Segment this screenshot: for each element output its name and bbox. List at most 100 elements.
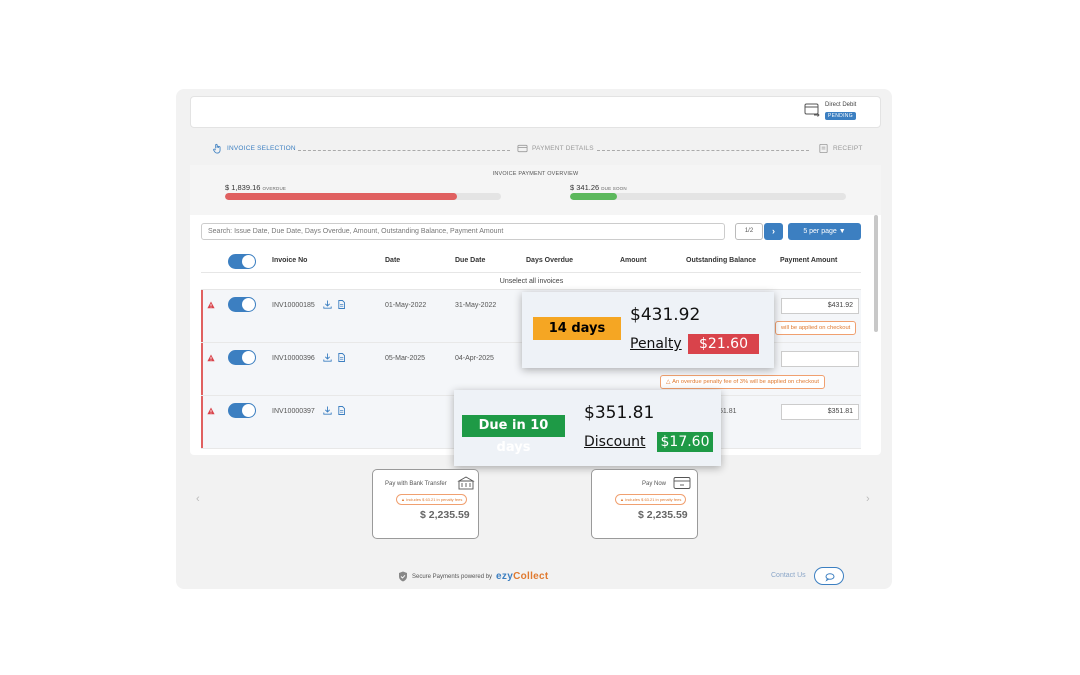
penalty-fee-note: ▲ Includes $ 63.21 in penalty fees (396, 494, 468, 505)
due-soon-progress (570, 193, 846, 200)
col-date[interactable]: Date (385, 257, 400, 264)
penalty-value: $21.60 (688, 334, 759, 354)
step-divider (298, 150, 510, 151)
col-due-date[interactable]: Due Date (455, 257, 485, 264)
pay-option-title: Pay with Bank Transfer (385, 481, 447, 487)
penalty-notice: will be applied on checkout (775, 321, 857, 335)
warning-outline-icon: △ (666, 379, 671, 385)
download-icon[interactable] (323, 353, 332, 362)
discount-popup: Due in 10 days $351.81 Discount $17.60 (454, 390, 721, 466)
status-badge: PENDING (825, 112, 856, 120)
due-soon-amount: $ 341.26 DUE SOON (570, 183, 627, 192)
days-overdue-badge: 14 days (533, 317, 621, 340)
carousel-prev-icon[interactable]: ‹ (196, 493, 200, 505)
outstanding-balance: 51.81 (719, 408, 737, 415)
discount-label: Discount (584, 434, 646, 450)
invoice-number: INV10000397 (272, 408, 315, 415)
penalty-notice: △ An overdue penalty fee of 3% will be a… (660, 375, 826, 389)
col-days-overdue[interactable]: Days Overdue (526, 257, 573, 264)
pay-option-amount: $ 2,235.59 (420, 509, 470, 521)
divider (201, 272, 861, 273)
step-invoice-selection[interactable]: INVOICE SELECTION (212, 143, 296, 154)
chat-button[interactable] (814, 567, 844, 585)
hand-pointer-icon (213, 143, 221, 154)
due-in-days-badge: Due in 10 days (462, 415, 565, 455)
download-icon[interactable] (323, 406, 332, 415)
step-receipt[interactable]: RECEIPT (818, 143, 863, 154)
row-select-toggle[interactable] (228, 350, 256, 365)
overdue-amount: $ 1,839.16 OVERDUE (225, 183, 287, 192)
overdue-indicator (201, 343, 203, 395)
pay-option-amount: $ 2,235.59 (638, 509, 688, 521)
per-page-select[interactable]: 5 per page ▼ (788, 223, 861, 240)
document-icon[interactable] (337, 300, 346, 309)
warning-icon: ▲ (620, 497, 624, 502)
checkout-stepper: INVOICE SELECTION PAYMENT DETAILS RECEIP… (212, 143, 862, 157)
overdue-progress-fill (225, 193, 457, 200)
step-payment-details[interactable]: PAYMENT DETAILS (517, 143, 594, 154)
payment-card-icon (517, 144, 528, 153)
direct-debit-card[interactable]: Direct Debit PENDING (190, 96, 881, 128)
penalty-label: Penalty (630, 336, 682, 352)
pay-option-title: Pay Now (642, 481, 667, 487)
col-amount[interactable]: Amount (620, 257, 646, 264)
document-icon[interactable] (337, 353, 346, 362)
pay-bank-transfer-card[interactable]: Pay with Bank Transfer ▲ Includes $ 63.2… (372, 469, 479, 539)
col-outstanding-balance[interactable]: Outstanding Balance (686, 257, 756, 264)
warning-icon (207, 407, 215, 415)
overview-title: INVOICE PAYMENT OVERVIEW (492, 171, 579, 177)
receipt-icon (819, 143, 828, 154)
next-page-button[interactable]: › (764, 223, 783, 240)
invoice-date: 01-May-2022 (385, 302, 427, 309)
chevron-down-icon: ▼ (838, 228, 846, 235)
row-select-toggle[interactable] (228, 403, 256, 418)
direct-debit-label: Direct Debit (825, 102, 857, 108)
step-divider (597, 150, 809, 151)
overdue-indicator (201, 290, 203, 342)
shield-icon (399, 571, 407, 582)
download-icon[interactable] (323, 300, 332, 309)
invoice-due-date: 04-Apr-2025 (455, 355, 494, 362)
brand-logo: ezyCollect (496, 571, 549, 582)
carousel-next-icon[interactable]: › (866, 493, 870, 505)
discount-value: $17.60 (657, 432, 713, 452)
contact-us-link[interactable]: Contact Us (771, 572, 806, 579)
warning-icon (207, 354, 215, 362)
secure-payments-footer: Secure Payments powered by ezyCollect (398, 571, 549, 582)
row-select-toggle[interactable] (228, 297, 256, 312)
payment-amount-input[interactable]: $431.92 (781, 298, 859, 314)
popup-amount: $431.92 (630, 305, 701, 325)
select-all-toggle[interactable] (228, 254, 256, 269)
invoice-number: INV10000396 (272, 355, 315, 362)
col-invoice-no[interactable]: Invoice No (272, 257, 307, 264)
credit-card-icon (673, 477, 691, 489)
overdue-indicator (201, 396, 203, 448)
warning-icon: ▲ (401, 497, 405, 502)
invoice-date: 05-Mar-2025 (385, 355, 426, 362)
direct-debit-icon (804, 103, 820, 117)
step-label: INVOICE SELECTION (227, 145, 296, 152)
page-indicator[interactable]: 1/2 (735, 223, 763, 240)
unselect-all-link[interactable]: Unselect all invoices (190, 278, 873, 285)
col-payment-amount[interactable]: Payment Amount (780, 257, 837, 264)
invoice-payment-overview: INVOICE PAYMENT OVERVIEW $ 1,839.16 OVERD… (190, 165, 881, 215)
penalty-popup: 14 days $431.92 Penalty $21.60 (522, 292, 774, 368)
due-soon-progress-fill (570, 193, 617, 200)
document-icon[interactable] (337, 406, 346, 415)
pay-now-card[interactable]: Pay Now ▲ Includes $ 63.21 in penalty fe… (591, 469, 698, 539)
step-label: PAYMENT DETAILS (532, 145, 594, 152)
step-label: RECEIPT (833, 145, 863, 152)
payment-amount-input[interactable]: $351.81 (781, 404, 859, 420)
popup-amount: $351.81 (584, 403, 655, 423)
invoice-number: INV10000185 (272, 302, 315, 309)
payment-amount-input[interactable] (781, 351, 859, 367)
bank-icon (457, 476, 475, 490)
invoice-due-date: 31-May-2022 (455, 302, 497, 309)
warning-icon (207, 301, 215, 309)
table-scrollbar[interactable] (874, 215, 878, 332)
penalty-fee-note: ▲ Includes $ 63.21 in penalty fees (615, 494, 687, 505)
search-input[interactable]: Search: Issue Date, Due Date, Days Overd… (201, 223, 725, 240)
chat-icon (825, 573, 835, 582)
secure-payments-label: Secure Payments powered by (412, 573, 493, 580)
overdue-progress (225, 193, 501, 200)
